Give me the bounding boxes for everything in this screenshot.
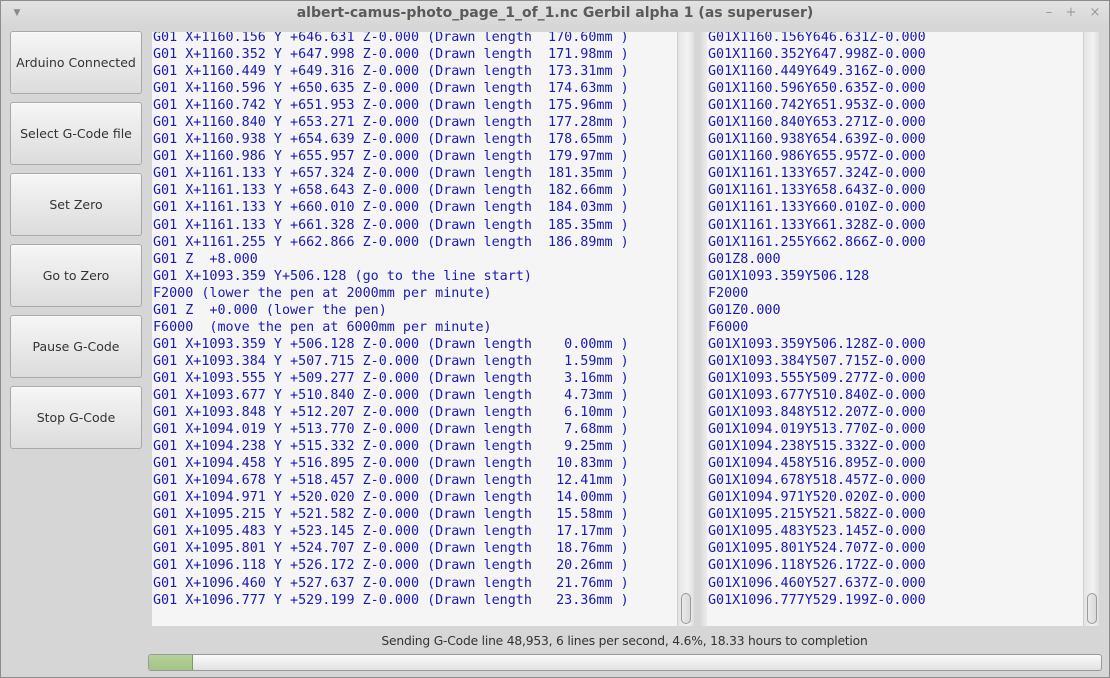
gcode-sent-line: G01X1096.460Y527.637Z-0.000 (708, 575, 926, 591)
gcode-source-pane[interactable]: G01 X+1160.156 Y +646.631 Z-0.000 (Drawn… (152, 32, 677, 626)
set-zero-button[interactable]: Set Zero (10, 173, 142, 236)
gcode-sent-text: G01X1160.156Y646.631Z-0.000 G01X1160.352Y… (708, 32, 926, 609)
gcode-source-line: G01 X+1094.678 Y +518.457 Z-0.000 (Drawn… (153, 473, 629, 489)
gcode-source-line: G01 X+1160.742 Y +651.953 Z-0.000 (Drawn… (153, 98, 629, 114)
gcode-source-line: G01 X+1160.938 Y +654.639 Z-0.000 (Drawn… (153, 132, 629, 148)
gcode-sent-line: G01X1160.742Y651.953Z-0.000 (708, 98, 926, 114)
gcode-source-line: G01 X+1160.986 Y +655.957 Z-0.000 (Drawn… (153, 149, 629, 165)
send-progress-fill (149, 655, 193, 670)
window-title: albert-camus-photo_page_1_of_1.nc Gerbil… (296, 5, 814, 21)
gcode-sent-line: G01X1094.019Y513.770Z-0.000 (708, 422, 926, 438)
gcode-sent-line: G01X1161.133Y657.324Z-0.000 (708, 166, 926, 182)
maximize-icon[interactable]: + (1063, 5, 1079, 21)
gcode-sent-line: G01X1160.986Y655.957Z-0.000 (708, 149, 926, 165)
gcode-source-line: G01 X+1161.133 Y +657.324 Z-0.000 (Drawn… (153, 166, 629, 182)
gcode-sent-line: G01X1093.359Y506.128Z-0.000 (708, 336, 926, 352)
gcode-sent-line: G01X1095.801Y524.707Z-0.000 (708, 541, 926, 557)
gcode-sent-line: G01X1161.133Y661.328Z-0.000 (708, 217, 926, 233)
gcode-source-line: G01 X+1093.384 Y +507.715 Z-0.000 (Drawn… (153, 353, 629, 369)
gcode-sent-pane[interactable]: G01X1160.156Y646.631Z-0.000 G01X1160.352Y… (707, 32, 1083, 626)
gcode-source-line: G01 Z +8.000 (153, 251, 258, 267)
gcode-source-line: G01 X+1095.483 Y +523.145 Z-0.000 (Drawn… (153, 524, 629, 540)
gcode-sent-line: G01X1160.596Y650.635Z-0.000 (708, 81, 926, 97)
gcode-source-line: G01 X+1093.359 Y+506.128 (go to the line… (153, 268, 532, 284)
gcode-sent-line: G01X1093.359Y506.128 (708, 268, 870, 284)
source-pane-scrollbar[interactable] (677, 32, 694, 626)
sending-status-text: Sending G-Code line 48,953, 6 lines per … (381, 634, 868, 648)
gcode-source-line: G01 X+1094.971 Y +520.020 Z-0.000 (Drawn… (153, 490, 629, 506)
sent-pane-scrollbar[interactable] (1083, 32, 1099, 626)
gcode-source-line: G01 Z +0.000 (lower the pen) (153, 302, 387, 318)
gcode-sent-line: G01X1093.848Y512.207Z-0.000 (708, 405, 926, 421)
gcode-source-line: G01 X+1161.133 Y +658.643 Z-0.000 (Drawn… (153, 183, 629, 199)
gcode-source-line: G01 X+1096.460 Y +527.637 Z-0.000 (Drawn… (153, 575, 629, 591)
gcode-source-line: G01 X+1093.555 Y +509.277 Z-0.000 (Drawn… (153, 370, 629, 386)
minimize-icon[interactable]: – (1041, 5, 1057, 21)
gcode-source-line: F2000 (lower the pen at 2000mm per minut… (153, 285, 492, 301)
gcode-sent-line: F2000 (708, 285, 749, 301)
gcode-source-line: G01 X+1160.596 Y +650.635 Z-0.000 (Drawn… (153, 81, 629, 97)
gcode-sent-line: G01X1093.677Y510.840Z-0.000 (708, 387, 926, 403)
title-bar[interactable]: ▼ albert-camus-photo_page_1_of_1.nc Gerb… (1, 1, 1109, 27)
gcode-source-line: G01 X+1095.801 Y +524.707 Z-0.000 (Drawn… (153, 541, 629, 557)
sent-pane-scroll-thumb[interactable] (1087, 593, 1097, 624)
gerbil-window: ▼ albert-camus-photo_page_1_of_1.nc Gerb… (0, 0, 1110, 678)
gcode-source-line: G01 X+1093.848 Y +512.207 Z-0.000 (Drawn… (153, 405, 629, 421)
gcode-source-line: G01 X+1161.133 Y +660.010 Z-0.000 (Drawn… (153, 200, 629, 216)
close-icon[interactable]: × (1087, 5, 1103, 21)
gcode-sent-line: G01X1093.384Y507.715Z-0.000 (708, 353, 926, 369)
gcode-sent-line: F6000 (708, 319, 749, 335)
gcode-sent-line: G01X1160.938Y654.639Z-0.000 (708, 132, 926, 148)
gcode-sent-line: G01Z8.000 (708, 251, 781, 267)
gcode-sent-line: G01X1093.555Y509.277Z-0.000 (708, 370, 926, 386)
go-to-zero-button[interactable]: Go to Zero (10, 244, 142, 307)
gcode-sent-line: G01X1094.971Y520.020Z-0.000 (708, 490, 926, 506)
gcode-source-line: G01 X+1160.156 Y +646.631 Z-0.000 (Drawn… (153, 32, 629, 45)
gcode-source-line: G01 X+1094.458 Y +516.895 Z-0.000 (Drawn… (153, 456, 629, 472)
gcode-sent-line: G01X1096.777Y529.199Z-0.000 (708, 592, 926, 608)
gcode-sent-line: G01X1160.449Y649.316Z-0.000 (708, 64, 926, 80)
gcode-sent-line: G01X1094.458Y516.895Z-0.000 (708, 456, 926, 472)
gcode-source-line: F6000 (move the pen at 6000mm per minute… (153, 319, 492, 335)
gcode-source-line: G01 X+1095.215 Y +521.582 Z-0.000 (Drawn… (153, 507, 629, 523)
gcode-sent-line: G01X1096.118Y526.172Z-0.000 (708, 558, 926, 574)
gcode-source-line: G01 X+1161.133 Y +661.328 Z-0.000 (Drawn… (153, 217, 629, 233)
gcode-source-line: G01 X+1093.677 Y +510.840 Z-0.000 (Drawn… (153, 387, 629, 403)
gcode-sent-line: G01X1161.133Y658.643Z-0.000 (708, 183, 926, 199)
select-gcode-file-button[interactable]: Select G-Code file (10, 102, 142, 165)
gcode-sent-line: G01X1161.133Y660.010Z-0.000 (708, 200, 926, 216)
gcode-sent-line: G01Z0.000 (708, 302, 781, 318)
stop-gcode-button[interactable]: Stop G-Code (10, 386, 142, 449)
gcode-sent-line: G01X1160.156Y646.631Z-0.000 (708, 32, 926, 45)
sent-pane-left-border (700, 32, 707, 626)
gcode-sent-line: G01X1095.215Y521.582Z-0.000 (708, 507, 926, 523)
control-buttons: Arduino Connected Select G-Code file Set… (10, 31, 142, 457)
gcode-source-line: G01 X+1096.118 Y +526.172 Z-0.000 (Drawn… (153, 558, 629, 574)
pause-gcode-button[interactable]: Pause G-Code (10, 315, 142, 378)
gcode-sent-line: G01X1094.678Y518.457Z-0.000 (708, 473, 926, 489)
gcode-source-line: G01 X+1094.019 Y +513.770 Z-0.000 (Drawn… (153, 422, 629, 438)
gcode-source-line: G01 X+1160.840 Y +653.271 Z-0.000 (Drawn… (153, 115, 629, 131)
gcode-source-line: G01 X+1161.255 Y +662.866 Z-0.000 (Drawn… (153, 234, 629, 250)
gcode-sent-line: G01X1095.483Y523.145Z-0.000 (708, 524, 926, 540)
gcode-sent-line: G01X1161.255Y662.866Z-0.000 (708, 234, 926, 250)
gcode-source-text: G01 X+1160.156 Y +646.631 Z-0.000 (Drawn… (153, 32, 629, 609)
arduino-connected-button[interactable]: Arduino Connected (10, 31, 142, 94)
gcode-sent-line: G01X1160.352Y647.998Z-0.000 (708, 47, 926, 63)
gcode-source-line: G01 X+1093.359 Y +506.128 Z-0.000 (Drawn… (153, 336, 629, 352)
gcode-source-line: G01 X+1096.777 Y +529.199 Z-0.000 (Drawn… (153, 592, 629, 608)
gcode-source-line: G01 X+1094.238 Y +515.332 Z-0.000 (Drawn… (153, 439, 629, 455)
source-pane-scroll-thumb[interactable] (681, 593, 691, 624)
gcode-source-line: G01 X+1160.449 Y +649.316 Z-0.000 (Drawn… (153, 64, 629, 80)
send-progress-bar (148, 654, 1102, 671)
gcode-source-line: G01 X+1160.352 Y +647.998 Z-0.000 (Drawn… (153, 47, 629, 63)
gcode-sent-line: G01X1160.840Y653.271Z-0.000 (708, 115, 926, 131)
gcode-sent-line: G01X1094.238Y515.332Z-0.000 (708, 439, 926, 455)
